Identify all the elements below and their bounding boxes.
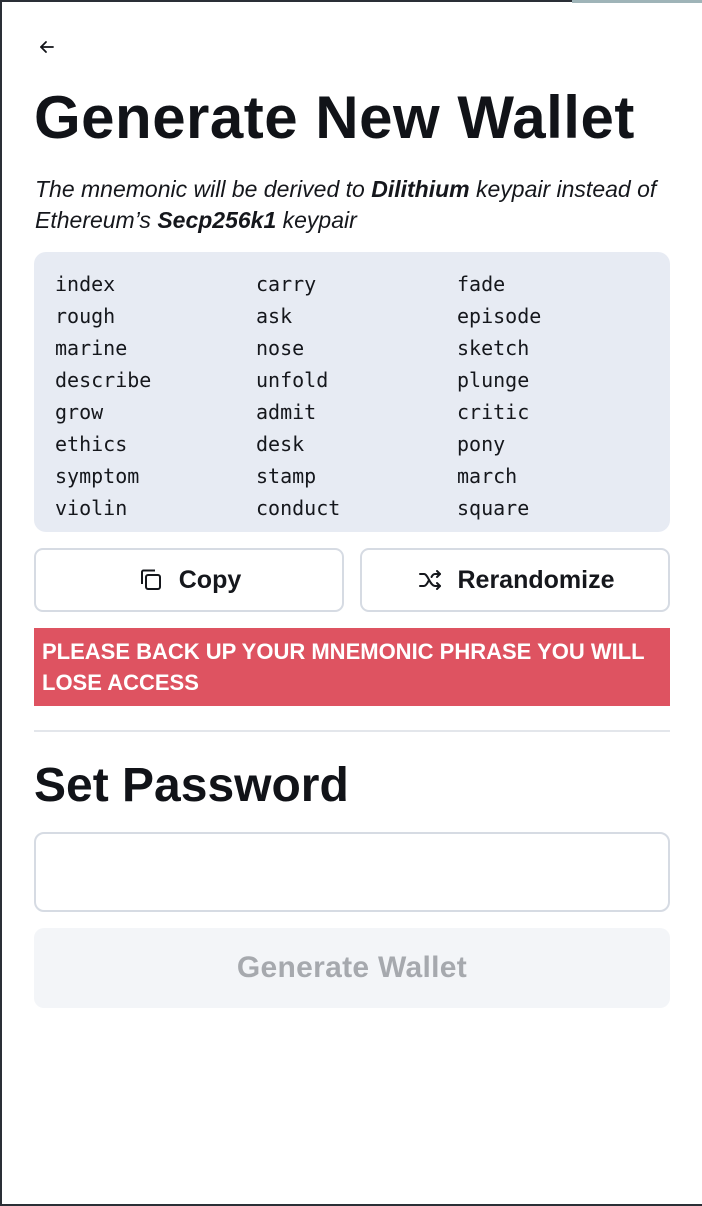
mnemonic-word: admit: [256, 400, 317, 424]
subtitle-secp256k1: Secp256k1: [157, 207, 277, 233]
mnemonic-word: plunge: [457, 368, 530, 392]
mnemonic-word: ask: [256, 304, 293, 328]
mnemonic-word: nose: [256, 336, 305, 360]
page-subtitle: The mnemonic will be derived to Dilithiu…: [35, 174, 675, 236]
rerandomize-button-label: Rerandomize: [457, 565, 615, 594]
copy-button[interactable]: Copy: [34, 548, 344, 612]
mnemonic-word: conduct: [256, 496, 341, 520]
back-button[interactable]: [34, 34, 60, 60]
backup-warning-banner: PLEASE BACK UP YOUR MNEMONIC PHRASE YOU …: [34, 628, 670, 706]
mnemonic-word: desk: [256, 432, 305, 456]
window-edge: [572, 0, 702, 3]
mnemonic-word: unfold: [256, 368, 329, 392]
shuffle-icon: [418, 570, 441, 590]
mnemonic-word: stamp: [256, 464, 317, 488]
rerandomize-button[interactable]: Rerandomize: [360, 548, 670, 612]
set-password-title: Set Password: [34, 759, 349, 812]
mnemonic-box: index carry fade rough ask episode marin…: [34, 252, 670, 532]
subtitle-dilithium: Dilithium: [371, 176, 470, 202]
section-divider: [34, 730, 670, 732]
generate-wallet-button[interactable]: Generate Wallet: [34, 928, 670, 1008]
mnemonic-word: marine: [55, 336, 128, 360]
mnemonic-grid: index carry fade rough ask episode marin…: [55, 268, 670, 524]
mnemonic-word: describe: [55, 368, 152, 392]
mnemonic-word: rough: [55, 304, 116, 328]
mnemonic-word: episode: [457, 304, 542, 328]
password-input[interactable]: [34, 832, 670, 912]
mnemonic-word: violin: [55, 496, 128, 520]
mnemonic-word: march: [457, 464, 518, 488]
mnemonic-word: fade: [457, 272, 506, 296]
copy-icon: [140, 569, 161, 590]
mnemonic-word: sketch: [457, 336, 530, 360]
mnemonic-word: pony: [457, 432, 506, 456]
subtitle-text: The mnemonic will be derived to: [35, 176, 372, 202]
copy-button-label: Copy: [178, 565, 242, 594]
arrow-left-icon: [40, 41, 54, 53]
mnemonic-word: symptom: [55, 464, 140, 488]
mnemonic-word: grow: [55, 400, 104, 424]
subtitle-text: keypair: [276, 207, 357, 233]
mnemonic-word: carry: [256, 272, 317, 296]
mnemonic-word: square: [457, 496, 530, 520]
mnemonic-word: critic: [457, 400, 530, 424]
mnemonic-word: ethics: [55, 432, 128, 456]
page-title: Generate New Wallet: [34, 84, 635, 151]
mnemonic-word: index: [55, 272, 116, 296]
